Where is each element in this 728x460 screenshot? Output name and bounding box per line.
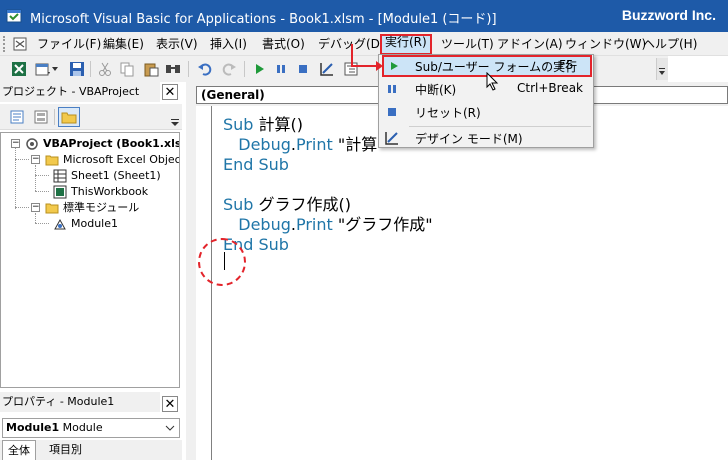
code-line[interactable]: Sub 計算()	[223, 115, 303, 135]
menu-file[interactable]: ファイル(F)	[34, 36, 104, 53]
reset-icon[interactable]	[294, 60, 312, 78]
toolbar-separator	[244, 61, 245, 77]
menu-item-shortcut: F5	[559, 58, 574, 72]
run-icon[interactable]	[250, 60, 268, 78]
save-icon[interactable]	[68, 60, 86, 78]
insert-dropdown-icon[interactable]	[50, 60, 60, 78]
object-selector[interactable]: Module1 Module	[2, 418, 180, 438]
menu-item-label: リセット(R)	[415, 106, 481, 120]
design-mode-icon[interactable]	[318, 60, 336, 78]
properties-tabs: 全体 項目別	[0, 440, 182, 460]
reset-item[interactable]: リセット(R)	[379, 101, 593, 123]
toggle-folders-icon[interactable]	[58, 107, 80, 127]
menu-format[interactable]: 書式(O)	[259, 36, 308, 53]
menu-window[interactable]: ウィンドウ(W)	[562, 36, 649, 53]
object-type: Module	[62, 421, 103, 434]
excel-window-icon[interactable]	[12, 36, 28, 52]
toolbar-separator	[54, 109, 55, 125]
toolbar-separator	[188, 61, 189, 77]
menu-item-shortcut: Ctrl+Break	[517, 81, 583, 95]
project-pane-title: プロジェクト - VBAProject	[0, 82, 160, 102]
folder-open-icon	[45, 203, 59, 214]
tree-collapse-toggle[interactable]: −	[11, 139, 20, 148]
code-line[interactable]: Sub グラフ作成()	[223, 195, 351, 215]
toolbar-separator	[90, 61, 91, 77]
folder-open-icon	[45, 155, 59, 166]
copy-icon[interactable]	[118, 60, 136, 78]
menu-addins[interactable]: アドイン(A)	[494, 36, 566, 53]
tree-item-thisworkbook[interactable]: ThisWorkbook	[71, 184, 148, 200]
properties-pane-close-button[interactable]: ✕	[162, 396, 178, 412]
design-mode-item[interactable]: デザイン モード(M)	[379, 127, 593, 149]
mouse-pointer-icon	[486, 72, 499, 91]
vba-app-icon	[6, 9, 22, 23]
worksheet-icon	[53, 169, 67, 183]
menubar-grip[interactable]	[3, 36, 7, 52]
tab-alphabetic[interactable]: 全体	[2, 440, 36, 460]
find-icon[interactable]	[164, 60, 182, 78]
tree-item-sheet1[interactable]: Sheet1 (Sheet1)	[71, 168, 161, 184]
view-object-icon[interactable]	[32, 108, 50, 126]
run-menu-dropdown: Sub/ユーザー フォームの実行 F5 中断(K) Ctrl+Break リセッ…	[378, 54, 594, 148]
play-icon	[387, 59, 401, 73]
menu-run[interactable]: 実行(R)	[380, 34, 432, 55]
pause-icon	[385, 82, 399, 96]
menu-insert[interactable]: 挿入(I)	[207, 36, 250, 53]
paste-icon[interactable]	[142, 60, 160, 78]
project-pane-toolbar	[0, 104, 182, 130]
object-name: Module1	[6, 421, 60, 434]
menu-view[interactable]: 表示(V)	[153, 36, 201, 53]
toolbar-overflow-button[interactable]	[656, 58, 668, 80]
undo-icon[interactable]	[196, 60, 214, 78]
menu-help[interactable]: ヘルプ(H)	[640, 36, 700, 53]
chevron-down-icon	[165, 425, 175, 431]
properties-pane-title: プロパティ - Module1	[0, 392, 160, 412]
tree-collapse-toggle[interactable]: −	[31, 203, 40, 212]
code-line[interactable]: Debug.Print "グラフ作成"	[223, 215, 432, 235]
window-title: Microsoft Visual Basic for Applications …	[30, 12, 497, 27]
code-line[interactable]: End Sub	[223, 155, 289, 175]
redo-icon[interactable]	[220, 60, 238, 78]
project-scroll-up[interactable]	[170, 112, 180, 128]
tree-item-excel-objects[interactable]: Microsoft Excel Object	[63, 152, 179, 168]
tab-categorized[interactable]: 項目別	[44, 440, 87, 460]
tree-item-module1[interactable]: Module1	[71, 216, 118, 232]
code-line[interactable]: Debug.Print "計算	[223, 135, 377, 155]
stop-icon	[385, 105, 399, 119]
project-tree: − VBAProject (Book1.xls − Microsoft Exce…	[0, 132, 180, 388]
tree-item-standard-modules[interactable]: 標準モジュール	[63, 200, 139, 216]
menu-edit[interactable]: 編集(E)	[100, 36, 147, 53]
break-icon[interactable]	[272, 60, 290, 78]
design-mode-icon	[385, 131, 399, 145]
annotation-arrow	[351, 44, 383, 71]
module-icon	[54, 218, 66, 230]
tree-collapse-toggle[interactable]: −	[31, 155, 40, 164]
cut-icon[interactable]	[96, 60, 114, 78]
menu-item-label: 中断(K)	[415, 83, 457, 97]
project-pane-close-button[interactable]: ✕	[162, 84, 178, 100]
title-bar: Microsoft Visual Basic for Applications …	[0, 0, 728, 32]
menu-tools[interactable]: ツール(T)	[438, 36, 497, 53]
workbook-icon	[53, 185, 67, 199]
menu-item-label: デザイン モード(M)	[415, 132, 523, 146]
tree-item-vbaproject[interactable]: VBAProject (Book1.xls	[43, 136, 179, 152]
vba-project-icon	[26, 138, 38, 150]
view-code-icon[interactable]	[8, 108, 26, 126]
brand-label: Buzzword Inc.	[621, 7, 716, 23]
caret-highlight-circle	[198, 238, 246, 286]
excel-view-icon[interactable]	[10, 60, 28, 78]
